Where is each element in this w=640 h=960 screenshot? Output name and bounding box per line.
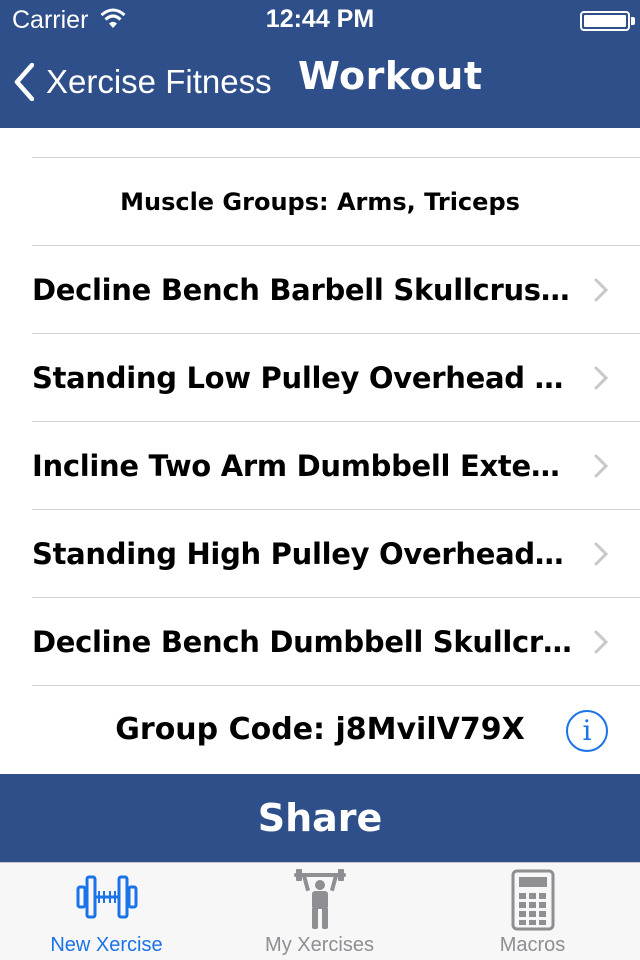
exercise-label: Incline Two Arm Dumbbell Extension	[32, 449, 572, 483]
group-code-label: Group Code: j8MvilV79X	[115, 712, 525, 747]
tab-label: New Xercise	[50, 934, 163, 956]
back-chevron-icon	[14, 63, 34, 101]
calculator-icon	[511, 869, 554, 931]
chevron-right-icon	[594, 542, 608, 566]
back-label: Xercise Fitness	[46, 63, 272, 100]
battery-icon	[580, 11, 635, 31]
status-time: 12:44 PM	[265, 5, 375, 33]
tab-bar: New Xercise My Xercises Macros	[0, 862, 640, 960]
tab-macros[interactable]: Macros	[426, 863, 639, 960]
weightlifter-icon	[293, 869, 346, 929]
exercise-label: Standing Low Pulley Overhead Tric...	[32, 361, 572, 395]
exercise-row[interactable]: Standing Low Pulley Overhead Tric...	[0, 334, 640, 422]
info-icon[interactable]: i	[566, 710, 608, 752]
exercise-row[interactable]: Standing High Pulley Overhead Tric...	[0, 510, 640, 598]
back-button[interactable]: Xercise Fitness	[14, 52, 272, 112]
exercise-row[interactable]: Decline Bench Dumbbell Skullcrushe...	[0, 598, 640, 686]
tab-new-xercise[interactable]: New Xercise	[0, 863, 213, 960]
tab-my-xercises[interactable]: My Xercises	[213, 863, 426, 960]
exercise-row[interactable]: Decline Bench Barbell Skullcrushers	[0, 246, 640, 334]
exercise-label: Standing High Pulley Overhead Tric...	[32, 537, 572, 571]
page-title: Workout	[298, 54, 483, 98]
nav-bar: Xercise Fitness Workout	[0, 40, 640, 128]
tab-label: My Xercises	[265, 934, 374, 956]
muscle-groups-label: Muscle Groups: Arms, Triceps	[120, 188, 520, 216]
exercise-list[interactable]: Muscle Groups: Arms, Triceps Decline Ben…	[0, 128, 640, 774]
partial-row	[0, 128, 640, 158]
tab-label: Macros	[499, 934, 566, 956]
chevron-right-icon	[594, 278, 608, 302]
header: Carrier 12:44 PM Xercise Fitness Workout	[0, 0, 640, 128]
chevron-right-icon	[594, 630, 608, 654]
exercise-label: Decline Bench Dumbbell Skullcrushe...	[32, 625, 572, 659]
share-button[interactable]: Share	[0, 774, 640, 862]
chevron-right-icon	[594, 454, 608, 478]
exercise-row[interactable]: Incline Two Arm Dumbbell Extension	[0, 422, 640, 510]
dumbbell-icon	[76, 875, 137, 919]
group-code-row: Group Code: j8MvilV79X i	[0, 686, 640, 774]
chevron-right-icon	[594, 366, 608, 390]
status-bar: Carrier 12:44 PM	[0, 0, 640, 40]
exercise-label: Decline Bench Barbell Skullcrushers	[32, 273, 572, 307]
